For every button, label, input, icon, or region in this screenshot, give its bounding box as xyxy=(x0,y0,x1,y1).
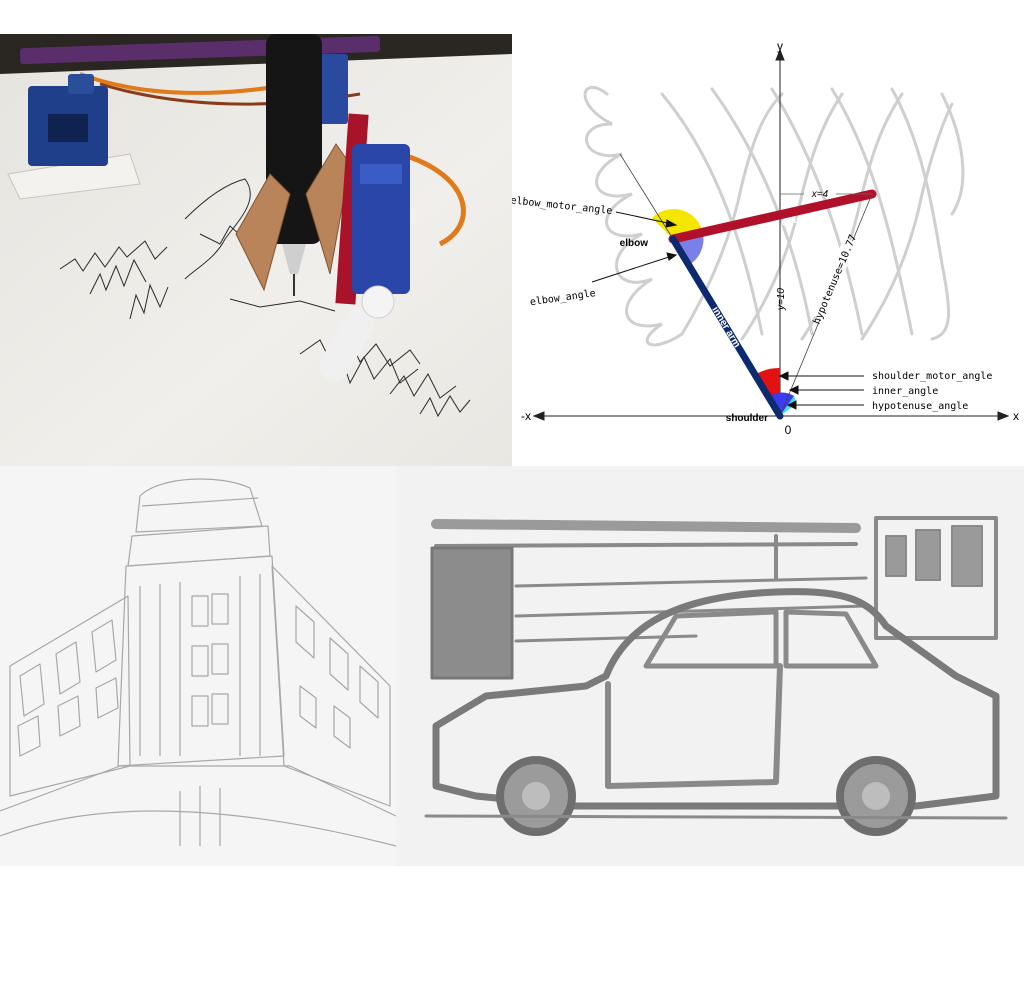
arm-geometry-diagram: y x -x 0 outer arm inner arm x=4 y=10 hy… xyxy=(512,34,1024,466)
elbow-label: elbow xyxy=(620,238,649,249)
elbow-motor-angle-label: elbow_motor_angle xyxy=(512,195,613,217)
hypotenuse-measure-label: hypotenuse=10.77 xyxy=(811,233,859,326)
inner-angle-label: inner_angle xyxy=(872,386,938,397)
elbow-angle-label: elbow_angle xyxy=(529,288,596,308)
hypotenuse-angle-label: hypotenuse_angle xyxy=(872,401,968,412)
shoulder-motor-angle-label: shoulder_motor_angle xyxy=(872,371,992,382)
shoulder-label: shoulder xyxy=(726,413,768,424)
van-sketch xyxy=(396,466,1024,866)
y-measure-label: y=10 xyxy=(776,288,787,311)
back-servo xyxy=(318,54,348,124)
plotter-photo xyxy=(0,34,512,466)
neg-x-axis-label: -x xyxy=(521,409,531,423)
x-axis-label: x xyxy=(1013,409,1019,423)
y-axis-label: y xyxy=(777,39,783,53)
x-measure-label: x=4 xyxy=(811,189,829,200)
building-sketch xyxy=(0,466,396,866)
inner-arm-label: inner arm xyxy=(709,305,742,350)
origin-label: 0 xyxy=(785,423,792,437)
